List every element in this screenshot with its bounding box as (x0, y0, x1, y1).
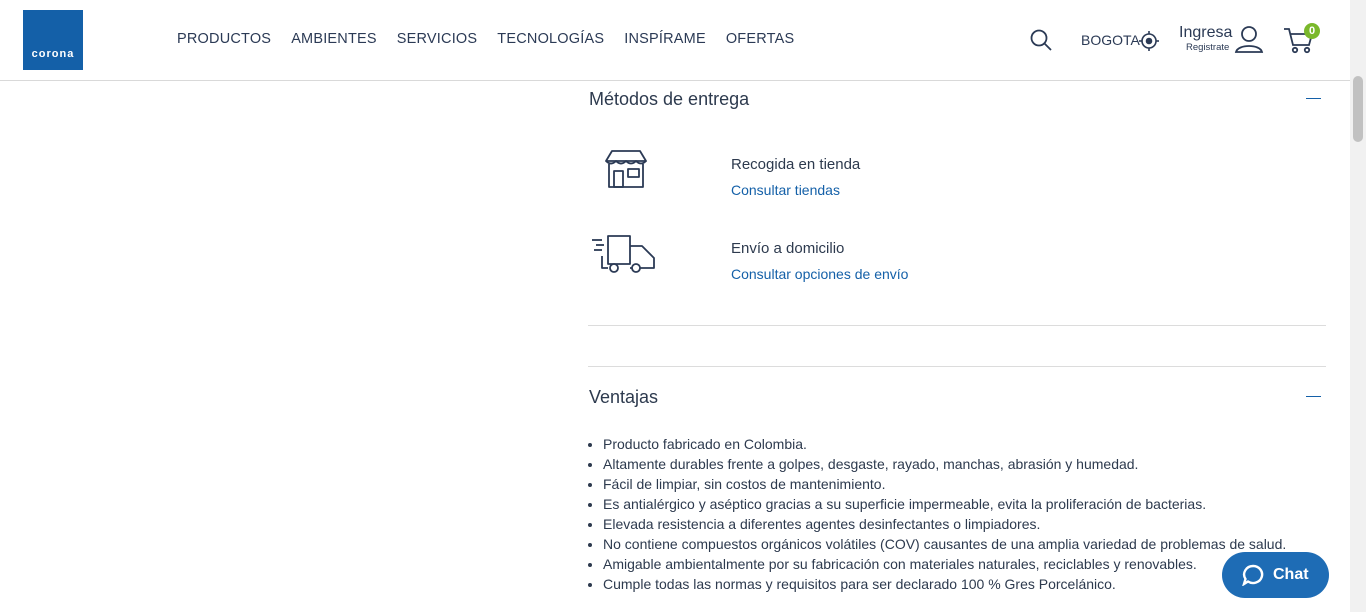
nav-ofertas[interactable]: OFERTAS (726, 31, 795, 47)
nav-servicios[interactable]: SERVICIOS (397, 31, 478, 47)
nav-tecnologias[interactable]: TECNOLOGÍAS (497, 31, 604, 47)
store-icon (605, 150, 647, 188)
register-label: Registrate (1186, 42, 1230, 53)
nav-ambientes[interactable]: AMBIENTES (291, 31, 377, 47)
section-divider (588, 325, 1326, 326)
advantages-list: Producto fabricado en Colombia. Altament… (603, 434, 1286, 594)
advantages-collapse-toggle[interactable] (1306, 396, 1321, 397)
location-icon[interactable] (1138, 30, 1160, 52)
list-item: Fácil de limpiar, sin costos de mantenim… (603, 474, 1286, 494)
consult-shipping-link[interactable]: Consultar opciones de envío (731, 266, 908, 282)
scrollbar-thumb[interactable] (1353, 76, 1363, 142)
list-item: Es antialérgico y aséptico gracias a su … (603, 494, 1286, 514)
list-item: Producto fabricado en Colombia. (603, 434, 1286, 454)
delivery-section-title[interactable]: Métodos de entrega (589, 89, 749, 110)
chat-label: Chat (1273, 566, 1309, 583)
logo-text: corona (31, 48, 75, 60)
chat-bubble-icon (1242, 564, 1264, 586)
list-item: Elevada resistencia a diferentes agentes… (603, 514, 1286, 534)
nav-productos[interactable]: PRODUCTOS (177, 31, 271, 47)
advantages-section-title[interactable]: Ventajas (589, 387, 658, 408)
truck-icon (592, 235, 655, 273)
section-divider (588, 366, 1326, 367)
consult-stores-link[interactable]: Consultar tiendas (731, 182, 840, 198)
page-scrollbar[interactable] (1350, 0, 1366, 612)
login-link[interactable]: Ingresa Registrate (1179, 24, 1232, 53)
list-item: Amigable ambientalmente por su fabricaci… (603, 554, 1286, 574)
cart-count-badge: 0 (1304, 23, 1320, 39)
delivery-option-title: Recogida en tienda (731, 156, 861, 173)
search-icon[interactable] (1029, 28, 1053, 52)
login-label: Ingresa (1179, 24, 1233, 41)
nav-inspirame[interactable]: INSPÍRAME (624, 31, 706, 47)
delivery-collapse-toggle[interactable] (1306, 98, 1321, 99)
corona-logo[interactable]: corona (23, 10, 83, 70)
chat-button[interactable]: Chat (1222, 552, 1329, 598)
site-header: corona PRODUCTOS AMBIENTES SERVICIOS TEC… (0, 0, 1350, 81)
user-icon[interactable] (1234, 25, 1264, 53)
main-nav: PRODUCTOS AMBIENTES SERVICIOS TECNOLOGÍA… (177, 31, 814, 47)
list-item: No contiene compuestos orgánicos volátil… (603, 534, 1286, 554)
list-item: Altamente durables frente a golpes, desg… (603, 454, 1286, 474)
city-selector[interactable]: BOGOTA (1081, 32, 1140, 48)
delivery-option-title: Envío a domicilio (731, 240, 845, 257)
list-item: Cumple todas las normas y requisitos par… (603, 574, 1286, 594)
